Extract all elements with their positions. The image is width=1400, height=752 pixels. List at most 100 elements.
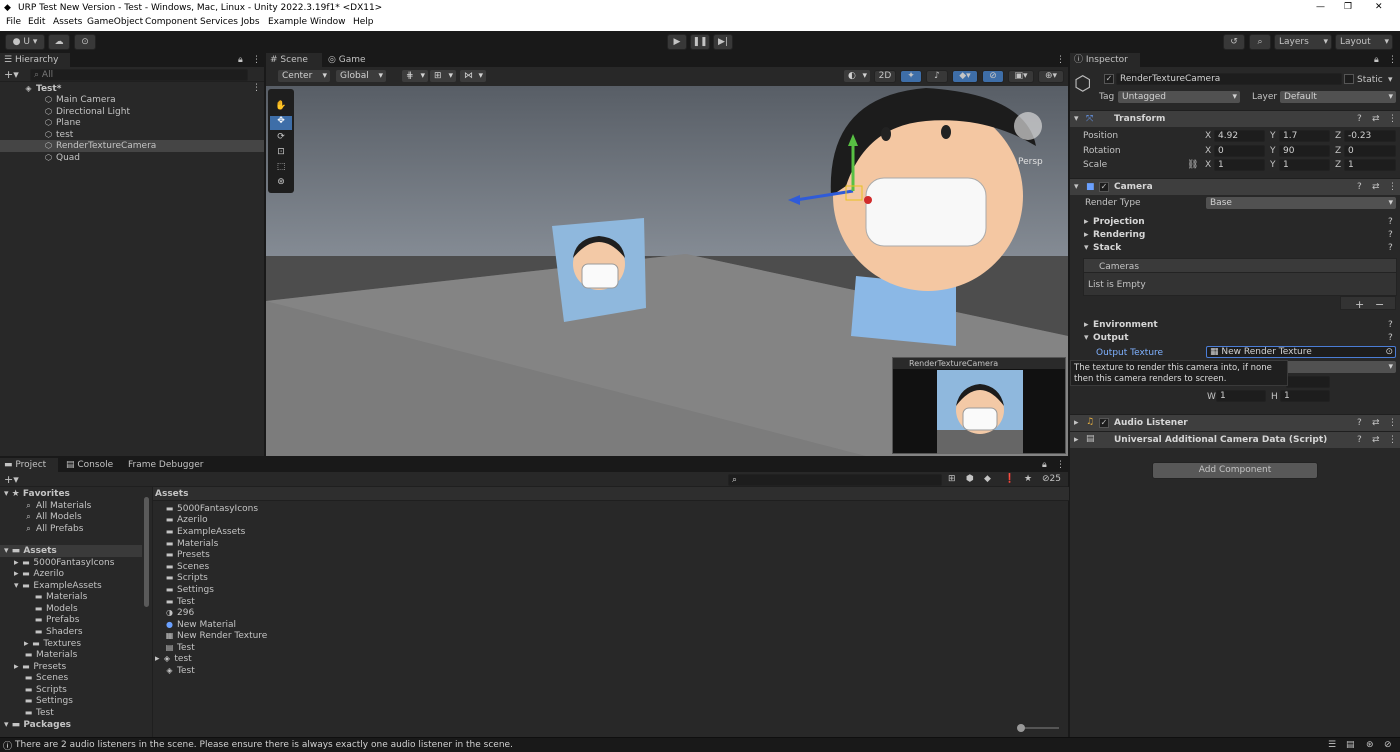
zoom-slider[interactable] [1019, 727, 1059, 729]
list-item[interactable]: ▦ New Render Texture [165, 630, 268, 642]
rotation-z-field[interactable]: 0 [1344, 145, 1396, 157]
search-by-label-icon[interactable]: ⬢ [966, 474, 974, 484]
list-item[interactable]: ▬ Presets [165, 549, 210, 561]
step-button[interactable]: ▶| [713, 34, 733, 50]
move-tool-icon[interactable]: ✥ [270, 116, 292, 130]
position-z-field[interactable]: -0.23 [1344, 130, 1396, 142]
assets-folder[interactable]: ▾ ▬ Assets [4, 545, 57, 557]
packages-folder[interactable]: ▾ ▬ Packages [4, 719, 71, 731]
help-icon[interactable]: ? [1388, 230, 1393, 240]
toggle-2d-button[interactable]: 2D [874, 70, 896, 83]
hand-tool-icon[interactable]: ✋ [272, 101, 290, 114]
hierarchy-search-input[interactable]: ⌕ All [30, 69, 248, 81]
preset-icon[interactable]: ⇄ [1372, 418, 1380, 428]
tab-project[interactable]: ▬ Project [0, 458, 58, 472]
favorites-folder[interactable]: ▾ ★ Favorites [4, 488, 70, 500]
lock-icon[interactable]: 🔒︎ [1374, 55, 1379, 65]
list-item[interactable]: ▬ Materials [24, 649, 78, 661]
cloud-icon[interactable]: ☁ [48, 34, 70, 50]
auto-generate-icon[interactable]: ⊘ [1384, 740, 1392, 750]
static-checkbox[interactable] [1344, 74, 1354, 84]
list-item-selected[interactable]: ⬡ RenderTextureCamera [44, 140, 156, 152]
list-item[interactable]: ⬡ Quad [44, 152, 80, 164]
layer-dropdown[interactable]: Default [1280, 91, 1396, 103]
space-dropdown[interactable]: Global [336, 70, 386, 82]
preset-icon[interactable]: ⇄ [1372, 114, 1380, 124]
preset-icon[interactable]: ⇄ [1372, 435, 1380, 445]
camera-icon[interactable]: ▣▾ [1008, 70, 1034, 83]
project-search-input[interactable]: ⌕ [728, 474, 942, 486]
persp-label[interactable]: Persp [1018, 157, 1043, 167]
audio-listener-checkbox[interactable]: ✓ [1099, 418, 1109, 428]
hidden-dropdown[interactable] [1286, 361, 1396, 373]
layout-dropdown[interactable]: Layout ▾ [1335, 34, 1393, 50]
list-item[interactable]: ▸ ◈ test [155, 653, 192, 665]
scene-more-icon[interactable]: ⋮ [252, 83, 261, 93]
output-texture-field[interactable]: ▦ New Render Texture ⊙ [1206, 346, 1396, 358]
tab-game[interactable]: ◎ Game [324, 53, 374, 67]
ucad-header[interactable]: ▸ ▤ Universal Additional Camera Data (Sc… [1070, 431, 1400, 448]
add-camera-button[interactable]: + [1355, 298, 1364, 311]
draw-mode-dropdown[interactable]: ◐ [844, 70, 870, 82]
list-item[interactable]: ▬ Settings [165, 584, 214, 596]
add-component-button[interactable]: Add Component [1152, 462, 1318, 479]
account-dropdown[interactable]: ● U ▾ [5, 34, 45, 50]
orientation-gizmo[interactable] [1014, 112, 1042, 140]
menu-gameobject[interactable]: GameObject [87, 17, 143, 27]
active-checkbox[interactable]: ✓ [1104, 74, 1114, 84]
menu-services[interactable]: Services [200, 17, 238, 27]
list-item[interactable]: ▬ ExampleAssets [165, 526, 246, 538]
help-icon[interactable]: ? [1357, 114, 1362, 124]
menu-jobs[interactable]: Jobs [241, 17, 260, 27]
gizmo-x-handle[interactable] [864, 196, 872, 204]
tab-frame-debugger[interactable]: Frame Debugger [124, 458, 204, 472]
list-item[interactable]: ◑ 296 [165, 607, 194, 619]
lock-icon[interactable]: 🔒︎ [1042, 460, 1047, 470]
list-item[interactable]: ▬ Settings [24, 695, 73, 707]
pivot-dropdown[interactable]: Center [278, 70, 330, 82]
zoom-slider-handle[interactable] [1017, 724, 1025, 732]
status-message[interactable]: There are 2 audio listeners in the scene… [15, 740, 513, 750]
help-icon[interactable]: ? [1357, 435, 1362, 445]
scale-tool-icon[interactable]: ⊡ [272, 147, 290, 160]
menu-edit[interactable]: Edit [28, 17, 45, 27]
help-icon[interactable]: ? [1388, 320, 1393, 330]
transform-header[interactable]: ▾ ⤧ Transform ? ⇄ ⋮ [1070, 110, 1400, 127]
play-button[interactable]: ▶ [667, 34, 687, 50]
foldout-arrow-icon[interactable]: ▸ [1084, 320, 1089, 330]
add-button[interactable]: +▾ [4, 68, 19, 81]
tab-inspector[interactable]: ⓘ Inspector [1070, 53, 1140, 67]
help-icon[interactable]: ? [1388, 243, 1393, 253]
help-icon[interactable]: ? [1388, 333, 1393, 343]
debug-icon[interactable]: ⊛ [1366, 740, 1374, 750]
list-item[interactable]: ▬ Scenes [24, 672, 68, 684]
transform-tool-icon[interactable]: ⊛ [272, 177, 290, 190]
foldout-arrow-icon[interactable]: ▾ [1084, 333, 1089, 343]
pause-button[interactable]: ❚❚ [690, 34, 710, 50]
gizmos-icon[interactable]: ⊕▾ [1038, 70, 1064, 83]
list-item[interactable]: ⬡ Main Camera [44, 94, 116, 106]
progress-icon[interactable]: ▤ [1346, 740, 1355, 750]
more-icon[interactable]: ⋮ [1388, 114, 1397, 124]
lock-icon[interactable]: 🔒︎ [238, 55, 243, 65]
list-item[interactable]: ▬ Azerilo [165, 514, 208, 526]
foldout-arrow-icon[interactable]: ▸ [1084, 217, 1089, 227]
list-item[interactable]: ▸ ▬ Azerilo [14, 568, 64, 580]
minimize-button[interactable]: — [1316, 2, 1325, 12]
help-icon[interactable]: ? [1357, 418, 1362, 428]
audio-icon[interactable]: ♪ [926, 70, 948, 83]
snap-dropdown[interactable]: ⋕ [402, 70, 428, 82]
projection-foldout[interactable]: Projection [1093, 217, 1145, 227]
camera-enabled-checkbox[interactable]: ✓ [1099, 182, 1109, 192]
tag-dropdown[interactable]: Untagged [1118, 91, 1240, 103]
position-x-field[interactable]: 4.92 [1214, 130, 1265, 142]
tab-hierarchy[interactable]: ☰ Hierarchy [0, 53, 70, 67]
grid-snap-dropdown[interactable]: ⊞ [430, 70, 456, 82]
more-icon[interactable]: ⋮ [1388, 435, 1397, 445]
more-icon[interactable]: ⋮ [1056, 460, 1065, 470]
tag-icon[interactable]: ◆ [984, 474, 991, 484]
warning-icon[interactable]: ❗ [1004, 474, 1015, 484]
object-name-field[interactable]: RenderTextureCamera [1116, 73, 1342, 85]
more-icon[interactable]: ⋮ [1056, 55, 1065, 65]
rotation-x-field[interactable]: 0 [1214, 145, 1265, 157]
